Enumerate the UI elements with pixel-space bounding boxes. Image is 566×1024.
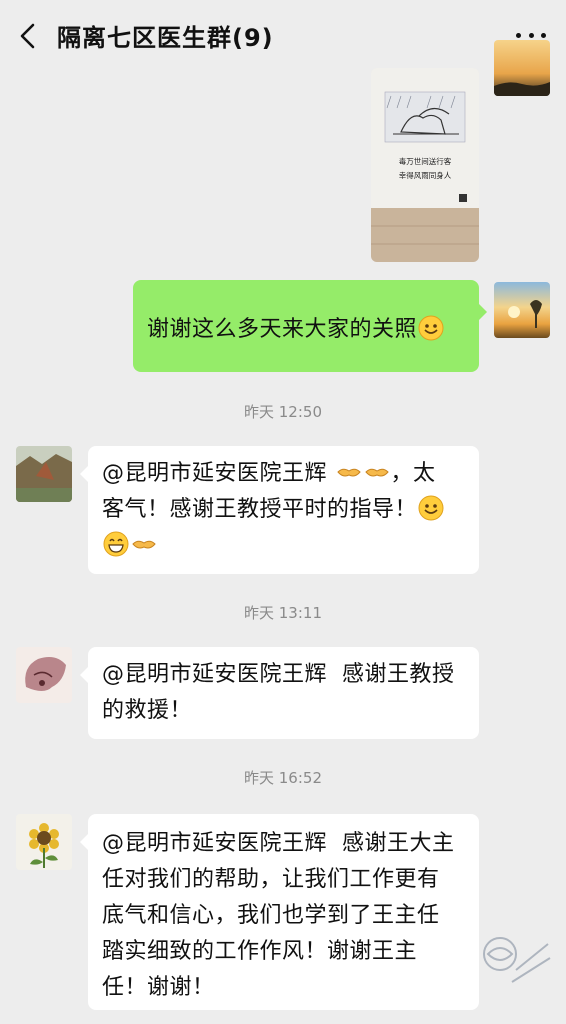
sunset-avatar-image [494, 40, 550, 96]
sketch-avatar-image [16, 647, 72, 703]
image-message[interactable]: 毒万世间送行客 幸得风雨同身人 [371, 68, 479, 262]
message-text: 底气和信心，我们也学到了王主任 [102, 903, 440, 928]
poem-drawing-image: 毒万世间送行客 幸得风雨同身人 [371, 68, 479, 262]
my-message-bubble[interactable]: 谢谢这么多天来大家的关照 [133, 280, 487, 372]
back-button[interactable] [14, 22, 42, 50]
mention-text: @昆明市延安医院王辉 [102, 831, 328, 856]
timestamp: 昨天 16:52 [244, 769, 322, 787]
sender-avatar[interactable] [16, 446, 72, 502]
mention-text: @昆明市延安医院王辉 [102, 461, 328, 486]
received-message-bubble[interactable]: @昆明市延安医院王辉 感谢王大主 任对我们的帮助，让我们工作更有 底气和信心，我… [80, 814, 479, 1010]
message-text: 任对我们的帮助，让我们工作更有 [102, 867, 440, 892]
message-text: 的救援！ [102, 698, 193, 723]
watermark-logo-icon [483, 937, 551, 983]
timestamp: 昨天 12:50 [244, 403, 322, 421]
message-text: 感谢王大主 [342, 831, 455, 856]
timestamp: 昨天 13:11 [244, 604, 322, 622]
poem-line-2: 幸得风雨同身人 [399, 170, 452, 180]
sunflower-avatar-image [16, 814, 72, 870]
grin-emoji-icon [103, 531, 129, 557]
chat-title: 隔离七区医生群(9) [57, 24, 274, 52]
handshake-emoji-icon [364, 468, 389, 477]
handshake-emoji-icon [132, 540, 156, 549]
my-avatar[interactable] [494, 282, 550, 338]
sender-avatar[interactable] [16, 814, 72, 870]
received-message-bubble[interactable]: @昆明市延安医院王辉 ，太 客气！感谢王教授平时的指导！ [80, 446, 479, 574]
mention-text: @昆明市延安医院王辉 [102, 662, 328, 687]
message-text: 感谢王教授 [342, 662, 455, 687]
landscape-avatar-image [16, 446, 72, 502]
received-message-bubble[interactable]: @昆明市延安医院王辉 感谢王教授 的救援！ [80, 647, 479, 739]
message-text: ，太 [390, 461, 436, 486]
chat-header: 隔离七区医生群(9) [0, 0, 566, 72]
sunset-avatar-image [494, 282, 550, 338]
chevron-left-icon [20, 23, 35, 49]
message-text: 任！谢谢！ [102, 975, 215, 1000]
smile-emoji-icon [418, 315, 444, 341]
handshake-emoji-icon [336, 468, 361, 477]
sender-avatar[interactable] [16, 647, 72, 703]
message-text: 踏实细致的工作作风！谢谢王主 [102, 939, 418, 964]
message-text: 客气！感谢王教授平时的指导！ [102, 497, 418, 522]
smile-emoji-icon [418, 495, 444, 521]
message-text: 谢谢这么多天来大家的关照 [147, 317, 418, 342]
my-avatar[interactable] [494, 40, 550, 96]
poem-line-1: 毒万世间送行客 [399, 156, 452, 166]
more-dots-icon [516, 32, 521, 38]
more-options-button[interactable] [516, 30, 546, 40]
